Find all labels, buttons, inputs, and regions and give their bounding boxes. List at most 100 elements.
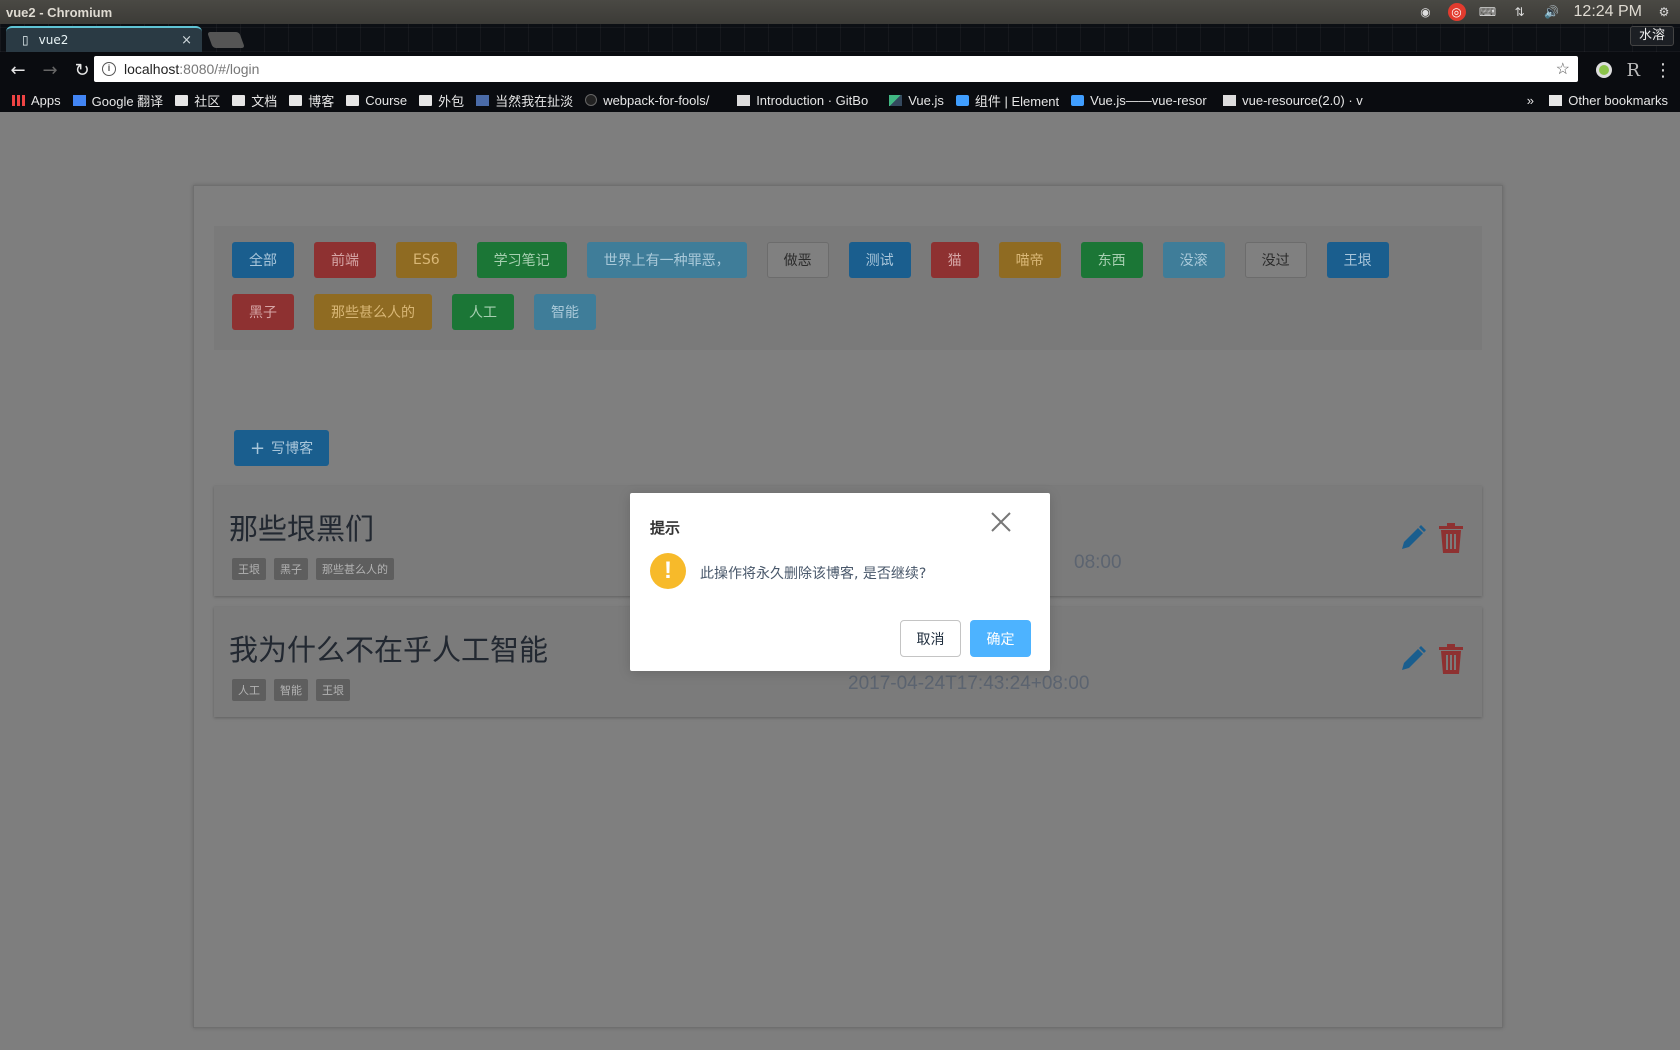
clock[interactable]: 12:24 PM bbox=[1574, 3, 1642, 21]
folder-icon bbox=[419, 94, 433, 106]
bookmark-yinxiang[interactable]: 当然我在扯淡 bbox=[476, 91, 573, 110]
folder-icon bbox=[289, 94, 303, 106]
menu-icon[interactable]: ⋮ bbox=[1654, 60, 1672, 81]
gitbook-icon bbox=[737, 94, 751, 106]
bookmark-folder-blog[interactable]: 博客 bbox=[289, 91, 334, 110]
blog-tag: 王垠 bbox=[232, 558, 266, 580]
blog-title[interactable]: 我为什么不在乎人工智能 bbox=[229, 627, 548, 669]
tag-button[interactable]: 黑子 bbox=[232, 294, 294, 330]
tag-button[interactable]: 做恶 bbox=[766, 242, 829, 278]
tag-button[interactable]: 猫 bbox=[930, 242, 979, 278]
folder-icon bbox=[175, 94, 189, 106]
bookmark-apps[interactable]: Apps bbox=[12, 93, 61, 108]
tag-button[interactable]: 学习笔记 bbox=[476, 242, 567, 278]
bookmark-webpack[interactable]: webpack-for-fools/ bbox=[585, 93, 725, 108]
cancel-button[interactable]: 取消 bbox=[900, 620, 961, 657]
address-bar[interactable]: i localhost:8080/#/login ☆ bbox=[94, 56, 1578, 82]
keyboard-icon[interactable]: ⌨ bbox=[1478, 4, 1498, 20]
bookmark-element[interactable]: 组件 | Element bbox=[955, 91, 1059, 110]
bookmark-vue-resource-gitbook[interactable]: vue-resource(2.0) · v bbox=[1223, 93, 1363, 108]
folder-icon bbox=[1549, 94, 1563, 106]
other-bookmarks[interactable]: Other bookmarks bbox=[1549, 93, 1668, 108]
tag-button[interactable]: 喵帝 bbox=[998, 242, 1061, 278]
bookmark-folder-docs[interactable]: 文档 bbox=[232, 91, 277, 110]
blog-tag: 智能 bbox=[274, 679, 308, 701]
tab-title: vue2 bbox=[38, 33, 69, 47]
qq-icon[interactable]: ◉ bbox=[1416, 4, 1436, 20]
reload-button[interactable]: ↻ bbox=[68, 56, 96, 84]
pencil-icon[interactable] bbox=[1399, 524, 1427, 552]
tag-button[interactable]: 东西 bbox=[1080, 242, 1143, 278]
system-tray: ◉ ◎ ⌨ ⇅ 🔊 12:24 PM ⚙ bbox=[1416, 0, 1674, 24]
warning-icon: ! bbox=[650, 553, 686, 589]
profile-button[interactable]: 水溶 bbox=[1629, 26, 1674, 46]
tag-button[interactable]: 那些甚么人的 bbox=[314, 294, 432, 330]
trash-icon[interactable] bbox=[1438, 643, 1464, 675]
bookmark-google-translate[interactable]: Google 翻译 bbox=[72, 91, 163, 110]
browser-toolbar: ← → ↻ i localhost:8080/#/login ☆ R ⋮ bbox=[0, 52, 1680, 88]
new-tab-button[interactable] bbox=[207, 32, 245, 48]
page-icon: ▯ bbox=[22, 33, 29, 47]
pencil-icon[interactable] bbox=[1399, 645, 1427, 673]
extension-icons: R ⋮ bbox=[1596, 56, 1672, 84]
tag-button[interactable]: 测试 bbox=[848, 242, 911, 278]
blog-title[interactable]: 那些垠黑们 bbox=[229, 506, 374, 548]
blog-icon bbox=[1071, 94, 1085, 106]
extension-green-icon[interactable] bbox=[1596, 62, 1613, 78]
window-title: vue2 - Chromium bbox=[6, 4, 113, 20]
bookmark-star-icon[interactable]: ☆ bbox=[1556, 59, 1570, 79]
write-blog-button[interactable]: + 写博客 bbox=[234, 430, 330, 466]
bookmark-gitbook-intro[interactable]: Introduction · GitBo bbox=[737, 93, 877, 108]
tag-button[interactable]: 智能 bbox=[534, 294, 596, 330]
blog-date: 08:00 bbox=[1074, 552, 1122, 573]
back-button[interactable]: ← bbox=[4, 56, 32, 84]
tag-button[interactable]: 世界上有一种罪恶， bbox=[586, 242, 747, 278]
blog-tag: 黑子 bbox=[274, 558, 308, 580]
confirm-button[interactable]: 确定 bbox=[970, 620, 1031, 657]
blog-tag: 王垠 bbox=[316, 679, 350, 701]
network-icon[interactable]: ⇅ bbox=[1510, 4, 1530, 20]
yinxiang-icon bbox=[476, 94, 490, 106]
url-host: localhost bbox=[124, 61, 180, 77]
plus-icon: + bbox=[250, 437, 266, 459]
tag-button[interactable]: 全部 bbox=[232, 242, 294, 278]
volume-icon[interactable]: 🔊 bbox=[1542, 4, 1562, 20]
write-blog-label: 写博客 bbox=[271, 441, 314, 457]
gitbook-icon bbox=[1223, 94, 1237, 106]
element-icon bbox=[955, 94, 969, 106]
bookmark-vuejs[interactable]: Vue.js bbox=[889, 93, 944, 108]
close-icon[interactable] bbox=[990, 511, 1012, 533]
tag-button[interactable]: 没过 bbox=[1244, 242, 1307, 278]
forward-button[interactable]: → bbox=[36, 56, 64, 84]
folder-icon bbox=[346, 94, 360, 106]
tag-filter-area: 全部 前端 ES6 学习笔记 世界上有一种罪恶， 做恶 测试 猫 喵帝 东西 没… bbox=[214, 226, 1482, 350]
folder-icon bbox=[232, 94, 246, 106]
blog-tag: 那些甚么人的 bbox=[316, 558, 394, 580]
tag-button[interactable]: 王垠 bbox=[1326, 242, 1389, 278]
confirm-dialog: 提示 ! 此操作将永久删除该博客, 是否继续? 取消 确定 bbox=[630, 493, 1050, 671]
netease-music-icon[interactable]: ◎ bbox=[1447, 3, 1466, 21]
bookmarks-overflow-button[interactable]: » bbox=[1527, 93, 1534, 108]
tag-button[interactable]: 前端 bbox=[314, 242, 376, 278]
google-translate-icon bbox=[72, 94, 86, 106]
extension-r-icon[interactable]: R bbox=[1626, 60, 1640, 81]
dialog-message: 此操作将永久删除该博客, 是否继续? bbox=[700, 566, 927, 582]
tab-strip: ▯ vue2 × 水溶 bbox=[0, 24, 1680, 52]
vue-icon bbox=[889, 94, 903, 106]
gear-icon[interactable]: ⚙ bbox=[1654, 4, 1674, 20]
trash-icon[interactable] bbox=[1438, 522, 1464, 554]
bookmark-vue-resource-blog[interactable]: Vue.js——vue-resor bbox=[1071, 93, 1211, 108]
tag-button[interactable]: 没滚 bbox=[1162, 242, 1225, 278]
info-icon[interactable]: i bbox=[102, 62, 116, 76]
bookmark-folder-course[interactable]: Course bbox=[346, 93, 407, 108]
github-icon bbox=[585, 94, 598, 106]
url-path: :8080/#/login bbox=[179, 61, 260, 77]
blog-date: 2017-04-24T17:43:24+08:00 bbox=[848, 673, 1090, 694]
blog-tag-list: 王垠 黑子 那些甚么人的 bbox=[232, 558, 394, 580]
browser-tab[interactable]: ▯ vue2 × bbox=[6, 26, 202, 52]
tag-button[interactable]: 人工 bbox=[452, 294, 514, 330]
bookmark-folder-community[interactable]: 社区 bbox=[175, 91, 220, 110]
close-tab-icon[interactable]: × bbox=[181, 33, 192, 48]
bookmark-folder-outsourcing[interactable]: 外包 bbox=[419, 91, 464, 110]
tag-button[interactable]: ES6 bbox=[396, 242, 457, 278]
